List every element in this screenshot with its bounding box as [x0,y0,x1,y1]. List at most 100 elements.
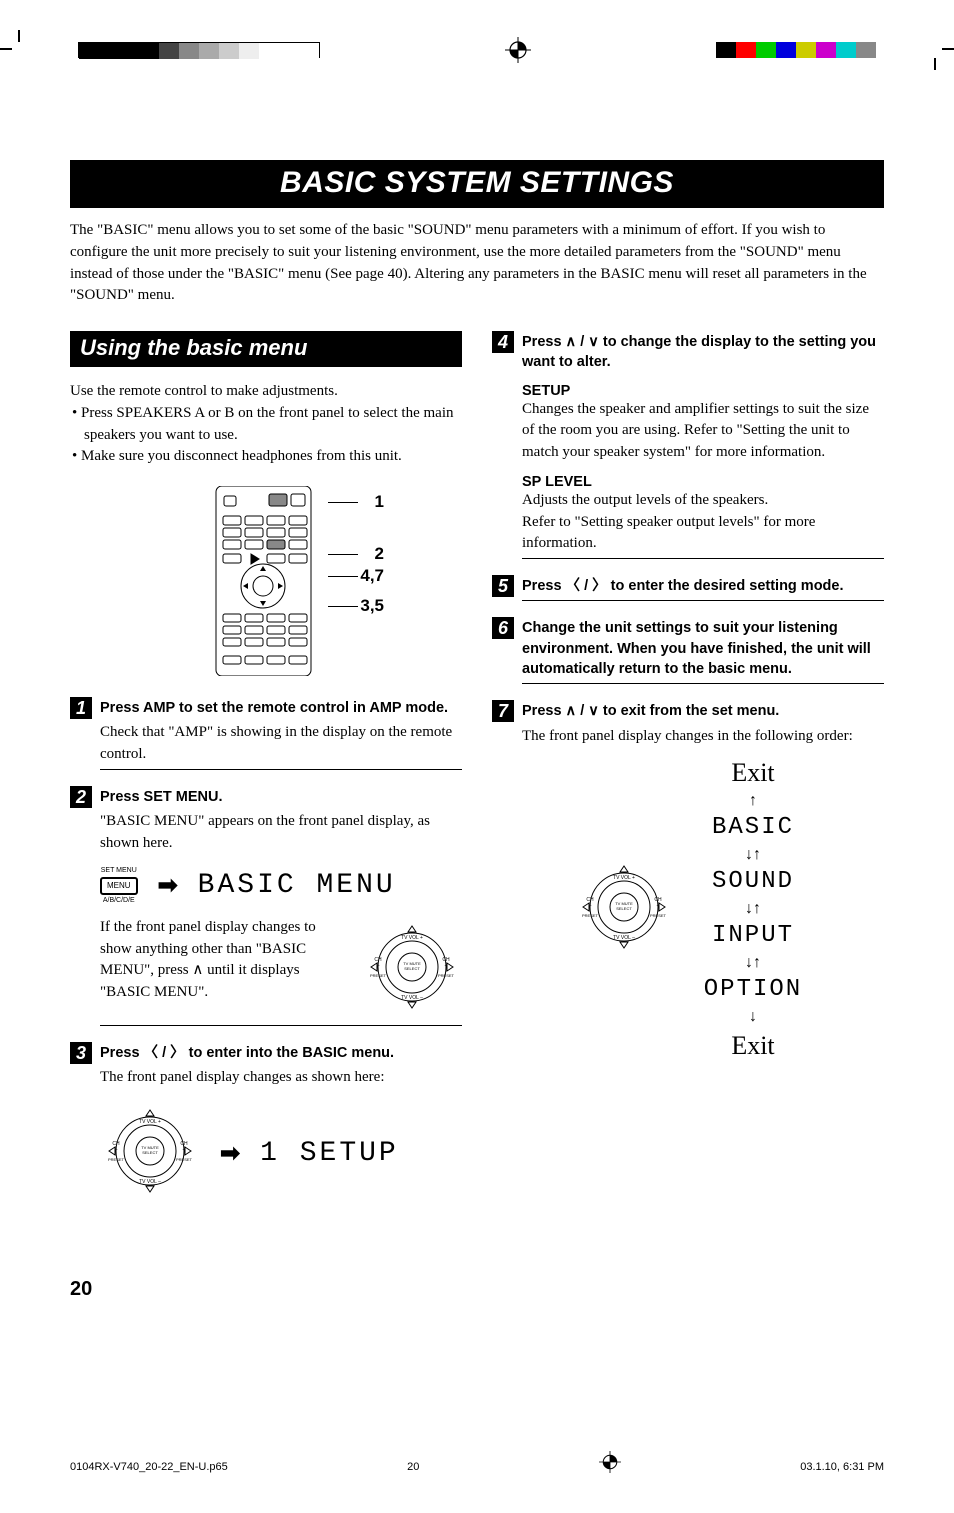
arrow-du-1: ↓↑ [704,844,802,866]
menu-button-diagram: SET MENU MENU A/B/C/D/E [100,867,138,905]
svg-text:+: + [656,903,659,909]
tree-basic: BASIC [704,812,802,844]
step-4: 4 Press ∧ / ∨ to change the display to t… [492,331,884,373]
page-title: BASIC SYSTEM SETTINGS [70,160,884,208]
callout-35: 3,5 [360,596,384,616]
menu-button: MENU [100,877,138,895]
step-number-1: 1 [70,697,92,719]
step-6-head: Change the unit settings to suit your li… [522,617,884,679]
remote-diagram: 1 2 4,7 3,5 [156,486,376,681]
footer-date: 03.1.10, 6:31 PM [800,1461,884,1473]
svg-text:TV VOL +: TV VOL + [139,1119,161,1125]
arrow-down-only: ↓ [704,1006,802,1028]
menu-flow: Exit ↑ BASIC ↓↑ SOUND ↓↑ INPUT ↓↑ OPTION… [704,755,802,1063]
top-print-marks [0,30,954,70]
svg-text:TV VOL –: TV VOL – [139,1179,161,1185]
menu-btn-figure: SET MENU MENU A/B/C/D/E ➡ BASIC MENU [100,867,462,905]
separator-3 [100,1025,462,1026]
step-5-suffix: to enter the desired setting mode. [607,578,844,594]
svg-text:PRESET: PRESET [108,1157,125,1162]
intro-paragraph: The "BASIC" menu allows you to set some … [70,220,884,307]
step-7-sub: The front panel display changes in the f… [492,726,884,748]
svg-text:TV VOL +: TV VOL + [401,935,423,941]
up-down-icon: ∧ / ∨ [566,334,599,350]
svg-text:TV VOL –: TV VOL – [401,995,423,1001]
svg-text:–: – [115,1147,118,1153]
svg-text:PRESET: PRESET [438,973,455,978]
lcd-basic-menu: BASIC MENU [198,870,396,901]
step-7-suffix: to exit from the set menu. [599,703,779,719]
bullet-speakers: Press SPEAKERS A or B on the front panel… [72,403,462,447]
step-2-sub: "BASIC MENU" appears on the front panel … [70,811,462,855]
splevel-body-1: Adjusts the output levels of the speaker… [492,490,884,512]
step-1: 1 Press AMP to set the remote control in… [70,697,462,718]
setup-heading: SETUP [492,383,884,399]
svg-text:TV VOL –: TV VOL – [613,935,635,941]
left-column: Using the basic menu Use the remote cont… [70,331,462,1218]
exit-top: Exit [704,755,802,790]
svg-text:PRESET: PRESET [176,1157,193,1162]
menu-bottom-label: A/B/C/D/E [103,897,135,905]
left-right-icon: 〈 / 〉 [566,578,607,594]
svg-text:–: – [588,903,591,909]
setup-bullets: Press SPEAKERS A or B on the front panel… [72,403,462,468]
step-5-head: Press 〈 / 〉 to enter the desired setting… [522,575,884,596]
svg-text:TV VOL +: TV VOL + [613,875,635,881]
step-5: 5 Press 〈 / 〉 to enter the desired setti… [492,575,884,596]
registration-mark-top [505,37,531,63]
arrow-up-only: ↑ [704,790,802,812]
callout-47: 4,7 [360,566,384,586]
crop-mark-tr [914,30,954,70]
step-number-7: 7 [492,700,514,722]
basic-menu-note: If the front panel display changes to sh… [100,917,344,1004]
step-1-head: Press AMP to set the remote control in A… [100,697,462,718]
bullet-headphones: Make sure you disconnect headphones from… [72,446,462,468]
use-remote-text: Use the remote control to make adjustmen… [70,381,462,403]
step-number-4: 4 [492,331,514,353]
step-4-prefix: Press [522,334,566,350]
step-3-sub: The front panel display changes as shown… [70,1067,462,1089]
arrow-icon-2: ➡ [220,1139,240,1168]
step-7-head: Press ∧ / ∨ to exit from the set menu. [522,700,884,721]
svg-text:PRESET: PRESET [370,973,387,978]
svg-text:SELECT: SELECT [404,966,420,971]
arrow-icon: ➡ [158,871,178,900]
setup-figure: TV MUTE SELECT TV VOL + TV VOL – CH – CH… [100,1101,462,1206]
step-1-sub: Check that "AMP" is showing in the displ… [70,722,462,766]
navpad-figure-3: TV MUTE SELECT TV VOL + TV VOL – CH – CH… [574,857,674,962]
step-number-3: 3 [70,1042,92,1064]
navpad-figure-1: TV MUTE SELECT TV VOL + TV VOL – CH – CH… [362,917,462,1022]
svg-text:SELECT: SELECT [616,906,632,911]
menu-top-label: SET MENU [101,867,137,875]
separator-2 [100,769,462,770]
page-footer: 0104RX-V740_20-22_EN-U.p65 20 03.1.10, 6… [0,1451,954,1473]
splevel-body-2: Refer to "Setting speaker output levels"… [492,512,884,556]
greyscale-bar [78,42,320,58]
separator-5 [522,558,884,559]
arrow-du-3: ↓↑ [704,952,802,974]
step-3: 3 Press 〈 / 〉 to enter into the BASIC me… [70,1042,462,1063]
svg-text:+: + [445,963,448,969]
step-2: 2 Press SET MENU. [70,786,462,807]
step-number-6: 6 [492,617,514,639]
step-5-prefix: Press [522,578,566,594]
callout-1: 1 [375,492,384,512]
step-4-head: Press ∧ / ∨ to change the display to the… [522,331,884,373]
color-bar [716,42,876,58]
svg-text:–: – [377,963,380,969]
step-number-5: 5 [492,575,514,597]
tree-sound: SOUND [704,866,802,898]
section-heading: Using the basic menu [70,331,462,367]
callout-2: 2 [375,544,384,564]
separator-7 [522,683,884,684]
step-7: 7 Press ∧ / ∨ to exit from the set menu. [492,700,884,721]
exit-bottom: Exit [704,1028,802,1063]
right-column: 4 Press ∧ / ∨ to change the display to t… [492,331,884,1218]
footer-file: 0104RX-V740_20-22_EN-U.p65 [70,1461,228,1473]
footer-page: 20 [407,1461,419,1473]
arrow-du-2: ↓↑ [704,898,802,920]
svg-text:PRESET: PRESET [650,913,667,918]
step-number-2: 2 [70,786,92,808]
registration-mark-bottom [599,1451,621,1473]
navpad-figure-2: TV MUTE SELECT TV VOL + TV VOL – CH – CH… [100,1101,200,1206]
